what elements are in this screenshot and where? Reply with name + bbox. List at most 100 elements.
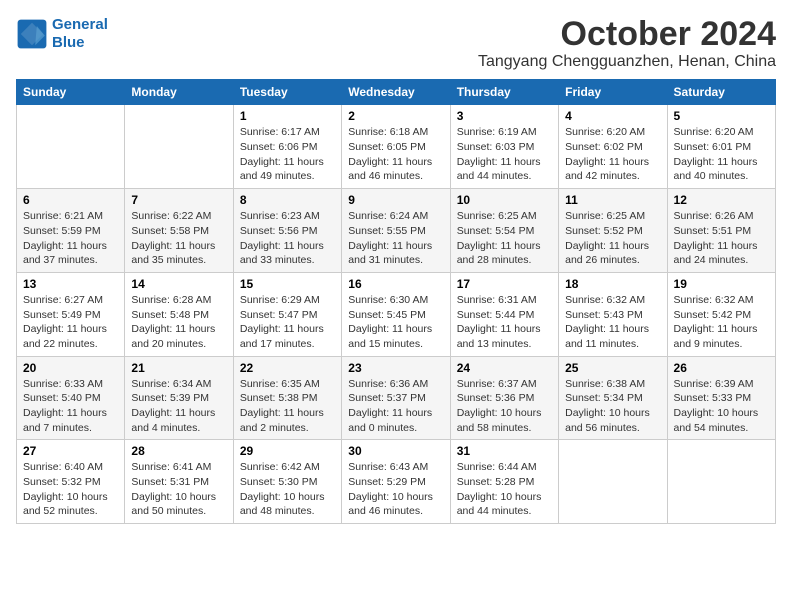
calendar-cell: 9 Sunrise: 6:24 AMSunset: 5:55 PMDayligh… <box>342 189 450 273</box>
day-detail: Sunrise: 6:17 AMSunset: 6:06 PMDaylight:… <box>240 126 324 182</box>
day-detail: Sunrise: 6:22 AMSunset: 5:58 PMDaylight:… <box>131 210 215 266</box>
day-detail: Sunrise: 6:26 AMSunset: 5:51 PMDaylight:… <box>674 210 758 266</box>
calendar-cell: 27 Sunrise: 6:40 AMSunset: 5:32 PMDaylig… <box>17 440 125 524</box>
day-number: 20 <box>23 361 118 375</box>
subtitle: Tangyang Chengguanzhen, Henan, China <box>478 53 776 71</box>
calendar-cell: 6 Sunrise: 6:21 AMSunset: 5:59 PMDayligh… <box>17 189 125 273</box>
day-detail: Sunrise: 6:32 AMSunset: 5:42 PMDaylight:… <box>674 294 758 350</box>
calendar-cell: 15 Sunrise: 6:29 AMSunset: 5:47 PMDaylig… <box>233 272 341 356</box>
calendar-cell: 22 Sunrise: 6:35 AMSunset: 5:38 PMDaylig… <box>233 356 341 440</box>
calendar-cell: 26 Sunrise: 6:39 AMSunset: 5:33 PMDaylig… <box>667 356 775 440</box>
day-detail: Sunrise: 6:18 AMSunset: 6:05 PMDaylight:… <box>348 126 432 182</box>
day-detail: Sunrise: 6:42 AMSunset: 5:30 PMDaylight:… <box>240 461 325 517</box>
calendar-cell: 24 Sunrise: 6:37 AMSunset: 5:36 PMDaylig… <box>450 356 558 440</box>
header-wednesday: Wednesday <box>342 80 450 105</box>
header-thursday: Thursday <box>450 80 558 105</box>
day-number: 8 <box>240 193 335 207</box>
day-number: 18 <box>565 277 660 291</box>
day-detail: Sunrise: 6:20 AMSunset: 6:01 PMDaylight:… <box>674 126 758 182</box>
calendar-cell: 25 Sunrise: 6:38 AMSunset: 5:34 PMDaylig… <box>559 356 667 440</box>
calendar-cell: 28 Sunrise: 6:41 AMSunset: 5:31 PMDaylig… <box>125 440 233 524</box>
day-detail: Sunrise: 6:23 AMSunset: 5:56 PMDaylight:… <box>240 210 324 266</box>
calendar-cell: 30 Sunrise: 6:43 AMSunset: 5:29 PMDaylig… <box>342 440 450 524</box>
calendar-cell: 3 Sunrise: 6:19 AMSunset: 6:03 PMDayligh… <box>450 105 558 189</box>
calendar-cell <box>17 105 125 189</box>
calendar-cell <box>559 440 667 524</box>
day-number: 27 <box>23 444 118 458</box>
header-sunday: Sunday <box>17 80 125 105</box>
day-number: 14 <box>131 277 226 291</box>
calendar-week-row: 13 Sunrise: 6:27 AMSunset: 5:49 PMDaylig… <box>17 272 776 356</box>
calendar-cell: 14 Sunrise: 6:28 AMSunset: 5:48 PMDaylig… <box>125 272 233 356</box>
day-number: 28 <box>131 444 226 458</box>
calendar-cell: 17 Sunrise: 6:31 AMSunset: 5:44 PMDaylig… <box>450 272 558 356</box>
day-number: 26 <box>674 361 769 375</box>
calendar-week-row: 20 Sunrise: 6:33 AMSunset: 5:40 PMDaylig… <box>17 356 776 440</box>
day-detail: Sunrise: 6:25 AMSunset: 5:54 PMDaylight:… <box>457 210 541 266</box>
calendar-cell: 10 Sunrise: 6:25 AMSunset: 5:54 PMDaylig… <box>450 189 558 273</box>
logo-icon <box>16 18 48 50</box>
day-number: 22 <box>240 361 335 375</box>
day-number: 17 <box>457 277 552 291</box>
calendar-cell: 21 Sunrise: 6:34 AMSunset: 5:39 PMDaylig… <box>125 356 233 440</box>
main-title: October 2024 <box>478 16 776 53</box>
day-number: 9 <box>348 193 443 207</box>
day-number: 1 <box>240 109 335 123</box>
day-number: 19 <box>674 277 769 291</box>
day-number: 24 <box>457 361 552 375</box>
calendar-cell: 4 Sunrise: 6:20 AMSunset: 6:02 PMDayligh… <box>559 105 667 189</box>
calendar-cell: 5 Sunrise: 6:20 AMSunset: 6:01 PMDayligh… <box>667 105 775 189</box>
day-detail: Sunrise: 6:43 AMSunset: 5:29 PMDaylight:… <box>348 461 433 517</box>
day-detail: Sunrise: 6:24 AMSunset: 5:55 PMDaylight:… <box>348 210 432 266</box>
day-number: 5 <box>674 109 769 123</box>
day-detail: Sunrise: 6:31 AMSunset: 5:44 PMDaylight:… <box>457 294 541 350</box>
day-number: 25 <box>565 361 660 375</box>
calendar-week-row: 6 Sunrise: 6:21 AMSunset: 5:59 PMDayligh… <box>17 189 776 273</box>
day-detail: Sunrise: 6:33 AMSunset: 5:40 PMDaylight:… <box>23 378 107 434</box>
day-detail: Sunrise: 6:27 AMSunset: 5:49 PMDaylight:… <box>23 294 107 350</box>
calendar-table: SundayMondayTuesdayWednesdayThursdayFrid… <box>16 79 776 524</box>
calendar-cell: 11 Sunrise: 6:25 AMSunset: 5:52 PMDaylig… <box>559 189 667 273</box>
day-detail: Sunrise: 6:35 AMSunset: 5:38 PMDaylight:… <box>240 378 324 434</box>
day-detail: Sunrise: 6:44 AMSunset: 5:28 PMDaylight:… <box>457 461 542 517</box>
header-saturday: Saturday <box>667 80 775 105</box>
calendar-cell: 13 Sunrise: 6:27 AMSunset: 5:49 PMDaylig… <box>17 272 125 356</box>
calendar-cell: 20 Sunrise: 6:33 AMSunset: 5:40 PMDaylig… <box>17 356 125 440</box>
day-number: 6 <box>23 193 118 207</box>
day-number: 7 <box>131 193 226 207</box>
calendar-cell: 18 Sunrise: 6:32 AMSunset: 5:43 PMDaylig… <box>559 272 667 356</box>
calendar-header-row: SundayMondayTuesdayWednesdayThursdayFrid… <box>17 80 776 105</box>
calendar-cell: 1 Sunrise: 6:17 AMSunset: 6:06 PMDayligh… <box>233 105 341 189</box>
calendar-cell: 29 Sunrise: 6:42 AMSunset: 5:30 PMDaylig… <box>233 440 341 524</box>
day-number: 16 <box>348 277 443 291</box>
header-monday: Monday <box>125 80 233 105</box>
day-detail: Sunrise: 6:36 AMSunset: 5:37 PMDaylight:… <box>348 378 432 434</box>
calendar-cell: 8 Sunrise: 6:23 AMSunset: 5:56 PMDayligh… <box>233 189 341 273</box>
day-number: 23 <box>348 361 443 375</box>
day-number: 2 <box>348 109 443 123</box>
logo: General Blue <box>16 16 108 52</box>
day-detail: Sunrise: 6:25 AMSunset: 5:52 PMDaylight:… <box>565 210 649 266</box>
day-number: 13 <box>23 277 118 291</box>
day-number: 21 <box>131 361 226 375</box>
day-detail: Sunrise: 6:28 AMSunset: 5:48 PMDaylight:… <box>131 294 215 350</box>
calendar-cell: 23 Sunrise: 6:36 AMSunset: 5:37 PMDaylig… <box>342 356 450 440</box>
header-tuesday: Tuesday <box>233 80 341 105</box>
page-header: General Blue October 2024 Tangyang Cheng… <box>16 16 776 71</box>
day-detail: Sunrise: 6:29 AMSunset: 5:47 PMDaylight:… <box>240 294 324 350</box>
day-detail: Sunrise: 6:38 AMSunset: 5:34 PMDaylight:… <box>565 378 650 434</box>
day-number: 10 <box>457 193 552 207</box>
day-detail: Sunrise: 6:30 AMSunset: 5:45 PMDaylight:… <box>348 294 432 350</box>
day-number: 31 <box>457 444 552 458</box>
calendar-week-row: 1 Sunrise: 6:17 AMSunset: 6:06 PMDayligh… <box>17 105 776 189</box>
calendar-cell <box>667 440 775 524</box>
logo-text: General Blue <box>52 16 108 52</box>
day-detail: Sunrise: 6:41 AMSunset: 5:31 PMDaylight:… <box>131 461 216 517</box>
day-detail: Sunrise: 6:21 AMSunset: 5:59 PMDaylight:… <box>23 210 107 266</box>
day-detail: Sunrise: 6:34 AMSunset: 5:39 PMDaylight:… <box>131 378 215 434</box>
calendar-cell: 2 Sunrise: 6:18 AMSunset: 6:05 PMDayligh… <box>342 105 450 189</box>
day-detail: Sunrise: 6:37 AMSunset: 5:36 PMDaylight:… <box>457 378 542 434</box>
day-number: 3 <box>457 109 552 123</box>
day-detail: Sunrise: 6:32 AMSunset: 5:43 PMDaylight:… <box>565 294 649 350</box>
day-number: 12 <box>674 193 769 207</box>
